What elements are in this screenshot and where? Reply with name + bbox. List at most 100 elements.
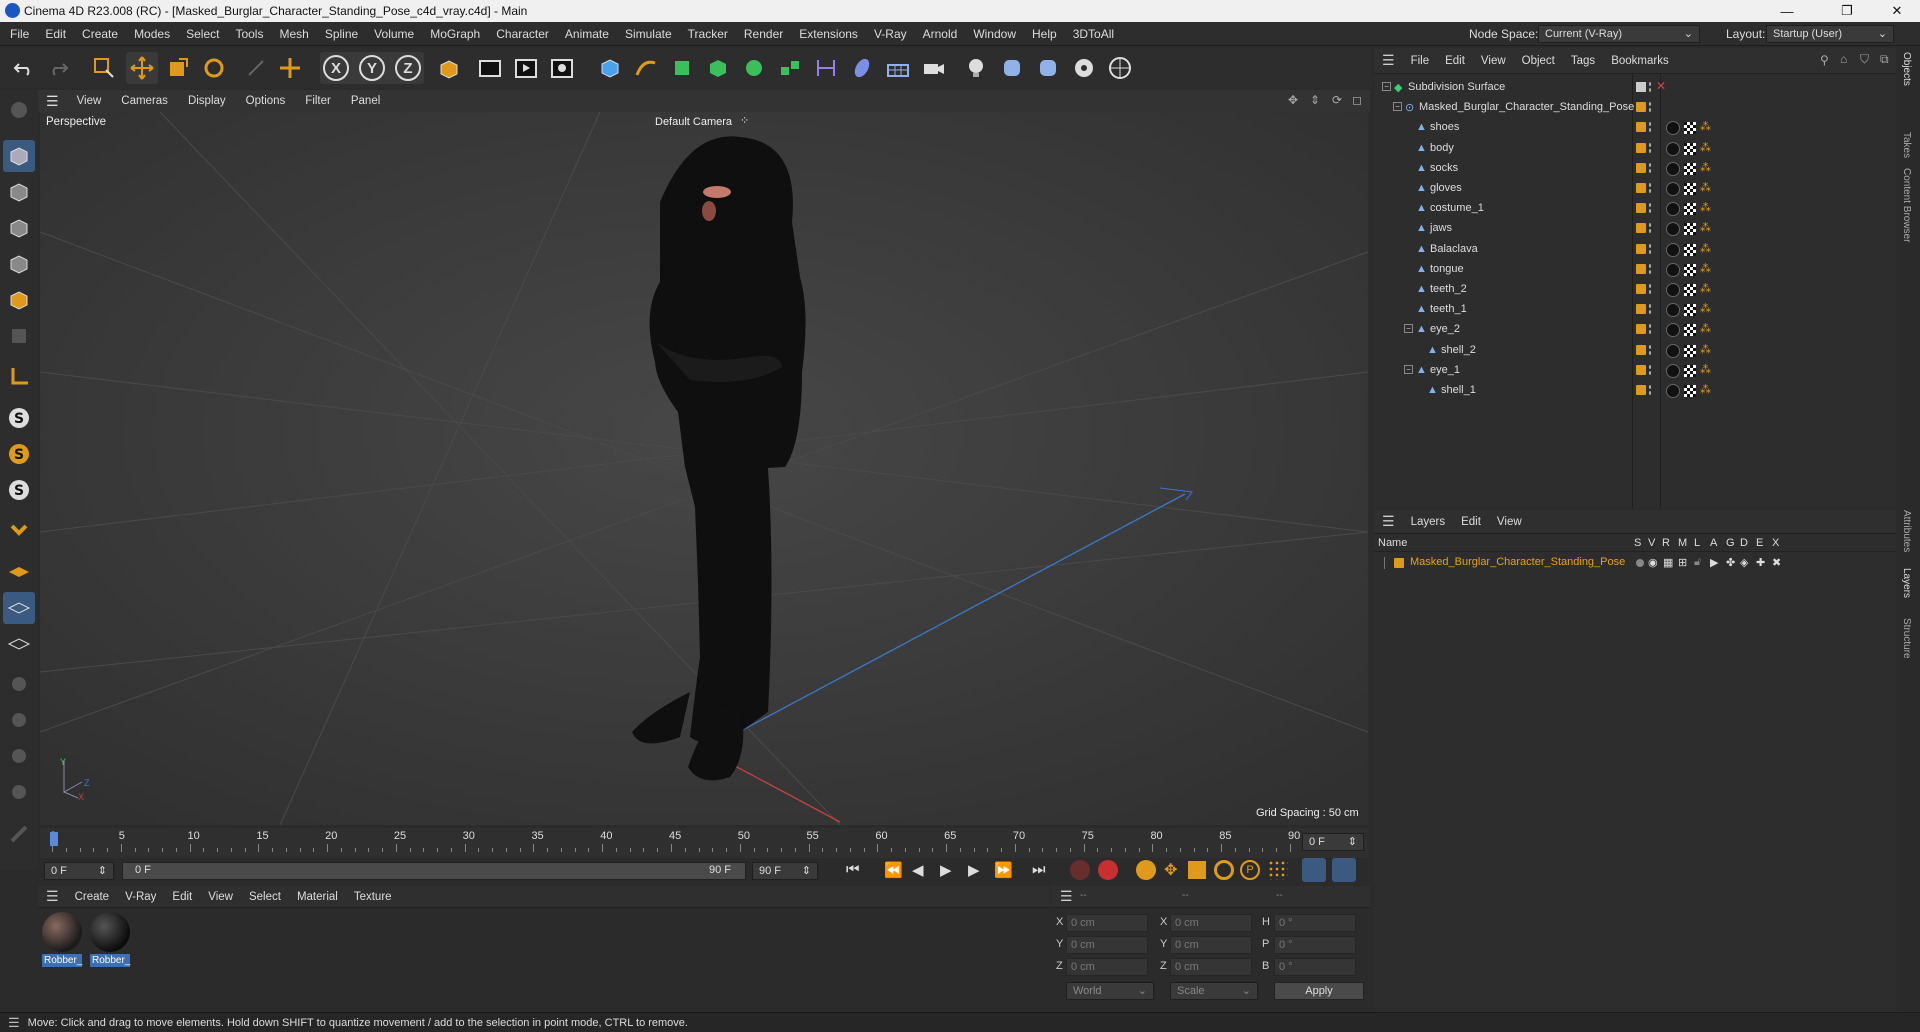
phong-tag-icon[interactable]: ⁂ bbox=[1700, 242, 1711, 255]
object-name[interactable]: socks bbox=[1430, 162, 1458, 174]
playhead[interactable] bbox=[50, 832, 58, 846]
scene-button[interactable] bbox=[846, 52, 878, 84]
material-tag-icon[interactable] bbox=[1666, 141, 1680, 156]
texture-tag-icon[interactable] bbox=[1684, 203, 1696, 216]
texture-tag-icon[interactable] bbox=[1684, 304, 1696, 317]
mat-menu-vray[interactable]: V-Ray bbox=[117, 891, 164, 903]
extrude-button[interactable] bbox=[702, 52, 734, 84]
visibility-dots-icon[interactable] bbox=[1648, 182, 1652, 195]
layer-color-swatch[interactable] bbox=[1636, 284, 1646, 294]
object-row[interactable]: ▲ shell_2 ⁂ bbox=[1374, 341, 1896, 361]
object-row[interactable]: − ▲ eye_1 ⁂ bbox=[1374, 361, 1896, 381]
live-selection-button[interactable] bbox=[88, 52, 120, 84]
object-row[interactable]: ▲ shoes ⁂ bbox=[1374, 118, 1896, 138]
hamburger-icon[interactable]: ☰ bbox=[1374, 513, 1403, 530]
menu-modes[interactable]: Modes bbox=[126, 22, 178, 46]
layer-anim-icon[interactable]: ▶ bbox=[1710, 556, 1718, 569]
viewport-maximize-icon[interactable]: ◻ bbox=[1352, 93, 1362, 107]
menu-select[interactable]: Select bbox=[178, 22, 227, 46]
menu-extensions[interactable]: Extensions bbox=[791, 22, 866, 46]
layer-expression-icon[interactable]: ✚ bbox=[1756, 556, 1765, 569]
object-name[interactable]: teeth_1 bbox=[1430, 303, 1467, 315]
layer-deformer-icon[interactable]: ◈ bbox=[1740, 556, 1748, 569]
coord-pos-z-field[interactable]: 0 cm bbox=[1066, 958, 1148, 976]
layer-color-swatch[interactable] bbox=[1636, 102, 1646, 113]
layer-color-swatch[interactable] bbox=[1636, 243, 1646, 254]
object-row[interactable]: ▲ gloves ⁂ bbox=[1374, 179, 1896, 199]
keyframe-selection-icon[interactable] bbox=[1136, 860, 1156, 880]
material-swatch-1[interactable]: Robber_ bbox=[42, 912, 82, 974]
scale-tool-button[interactable] bbox=[162, 52, 194, 84]
object-name[interactable]: tongue bbox=[1430, 263, 1464, 275]
phong-tag-icon[interactable]: ⁂ bbox=[1700, 322, 1711, 335]
obj-menu-file[interactable]: File bbox=[1403, 55, 1438, 67]
menu-mograph[interactable]: MoGraph bbox=[422, 22, 488, 46]
object-name[interactable]: eye_2 bbox=[1430, 323, 1460, 335]
menu-edit[interactable]: Edit bbox=[37, 22, 74, 46]
object-row[interactable]: ▲ jaws ⁂ bbox=[1374, 219, 1896, 239]
texture-tag-icon[interactable] bbox=[1684, 223, 1696, 236]
disabled-x-icon[interactable]: ✕ bbox=[1656, 79, 1666, 93]
visibility-dots-icon[interactable] bbox=[1648, 141, 1652, 155]
layer-color-swatch[interactable] bbox=[1636, 385, 1646, 395]
tab-attributes[interactable]: Attributes bbox=[1901, 510, 1912, 552]
node-space-dropdown[interactable]: Current (V-Ray) ⌄ bbox=[1538, 25, 1700, 43]
mograph-cloner-button[interactable] bbox=[738, 52, 770, 84]
hamburger-icon[interactable]: ☰ bbox=[1374, 52, 1403, 69]
layer-visible-icon[interactable]: ◉ bbox=[1648, 556, 1658, 569]
key-rotation-icon[interactable] bbox=[1214, 860, 1234, 880]
mat-menu-edit[interactable]: Edit bbox=[164, 891, 200, 903]
hamburger-icon[interactable]: ☰ bbox=[38, 888, 67, 905]
obj-menu-object[interactable]: Object bbox=[1514, 55, 1563, 67]
layer-name[interactable]: Masked_Burglar_Character_Standing_Pose bbox=[1410, 556, 1625, 568]
timeline-ruler[interactable]: 051015202530354045505560657075808590 0 F… bbox=[40, 828, 1368, 858]
visibility-dots-icon[interactable] bbox=[1648, 242, 1652, 256]
new-window-icon[interactable]: ⧉ bbox=[1880, 52, 1889, 67]
object-row[interactable]: ▲ Balaclava ⁂ bbox=[1374, 240, 1896, 260]
object-name[interactable]: gloves bbox=[1430, 182, 1462, 194]
cube-object-button[interactable] bbox=[594, 52, 626, 84]
subdivision-button[interactable] bbox=[666, 52, 698, 84]
menu-help[interactable]: Help bbox=[1024, 22, 1065, 46]
layer-color-swatch[interactable] bbox=[1394, 558, 1404, 568]
mat-menu-texture[interactable]: Texture bbox=[346, 891, 400, 903]
material-tag-icon[interactable] bbox=[1666, 283, 1680, 297]
menu-volume[interactable]: Volume bbox=[366, 22, 422, 46]
edge-mode-button[interactable] bbox=[3, 248, 35, 280]
start-frame-field[interactable]: 0 F ⇕ bbox=[44, 862, 114, 880]
object-row[interactable]: ▲ shell_1 ⁂ bbox=[1374, 381, 1896, 401]
layer-color-swatch[interactable] bbox=[1636, 263, 1646, 274]
visibility-dots-icon[interactable] bbox=[1648, 323, 1652, 337]
visibility-dots-icon[interactable] bbox=[1648, 202, 1652, 216]
visibility-dots-icon[interactable] bbox=[1648, 303, 1652, 317]
material-swatch-2[interactable]: Robber_ bbox=[90, 912, 130, 974]
viewport-rotate-icon[interactable]: ⟳ bbox=[1332, 93, 1342, 107]
layer-manager-icon[interactable]: ⊞ bbox=[1678, 556, 1687, 569]
menu-tracker[interactable]: Tracker bbox=[680, 22, 736, 46]
render-region-button[interactable] bbox=[474, 52, 506, 84]
expand-toggle-icon[interactable]: − bbox=[1404, 364, 1413, 374]
frame-range-slider[interactable]: 0 F 90 F bbox=[122, 862, 746, 880]
uv-mode-button[interactable] bbox=[3, 320, 35, 352]
undo-button[interactable] bbox=[8, 52, 40, 84]
object-name[interactable]: eye_1 bbox=[1430, 364, 1460, 376]
prev-frame-icon[interactable]: ◀ bbox=[912, 861, 924, 879]
sculpt-button-3[interactable] bbox=[3, 740, 35, 772]
viewport-menu-options[interactable]: Options bbox=[236, 90, 296, 112]
expand-toggle-icon[interactable]: − bbox=[1393, 102, 1402, 112]
record-disabled-icon[interactable] bbox=[1070, 860, 1090, 880]
expand-toggle-icon[interactable]: − bbox=[1382, 82, 1391, 91]
texture-mode-button[interactable] bbox=[3, 176, 35, 208]
layer-row[interactable]: Masked_Burglar_Character_Standing_Pose ◉… bbox=[1374, 554, 1896, 572]
object-row[interactable]: ▲ tongue ⁂ bbox=[1374, 260, 1896, 280]
menu-character[interactable]: Character bbox=[488, 22, 557, 46]
texture-tag-icon[interactable] bbox=[1684, 284, 1696, 296]
viewport-menu-panel[interactable]: Panel bbox=[341, 90, 390, 112]
object-name[interactable]: shell_2 bbox=[1441, 344, 1476, 356]
visibility-dots-icon[interactable] bbox=[1648, 121, 1652, 135]
material-tag-icon[interactable] bbox=[1666, 182, 1680, 196]
paint-button[interactable] bbox=[3, 818, 35, 850]
object-name[interactable]: shoes bbox=[1430, 121, 1459, 133]
texture-tag-icon[interactable] bbox=[1684, 364, 1696, 377]
key-scale-icon[interactable] bbox=[1188, 861, 1206, 879]
